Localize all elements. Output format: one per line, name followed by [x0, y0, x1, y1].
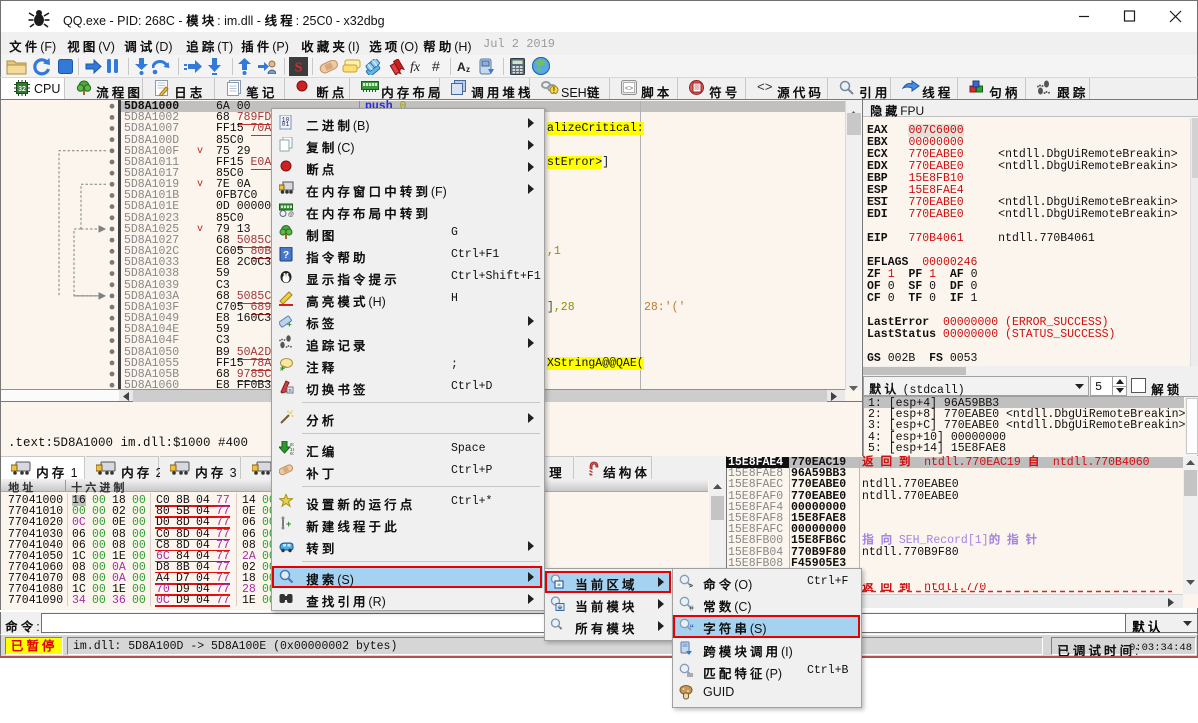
- svg-text:<>: <>: [625, 86, 633, 94]
- svg-text:+: +: [287, 320, 292, 328]
- svg-text:10: 10: [282, 117, 290, 124]
- svg-text:+: +: [280, 363, 285, 372]
- svg-text:A: A: [457, 60, 466, 73]
- svg-text:z: z: [466, 65, 470, 73]
- svg-text:+: +: [286, 519, 291, 529]
- svg-text:n: n: [288, 388, 291, 394]
- svg-text:@: @: [288, 212, 294, 218]
- svg-text:?: ?: [283, 250, 289, 261]
- svg-text:!: !: [553, 86, 556, 94]
- svg-text:01: 01: [290, 451, 294, 456]
- svg-text:“: “: [690, 623, 695, 633]
- svg-text:>: >: [689, 583, 693, 589]
- svg-text:fx: fx: [410, 60, 421, 73]
- svg-text:#: #: [432, 59, 440, 73]
- svg-text:#: #: [690, 604, 695, 612]
- svg-text:S: S: [295, 61, 303, 76]
- svg-text:<>: <>: [757, 80, 773, 92]
- svg-text:※: ※: [557, 605, 562, 612]
- svg-text:*: *: [560, 627, 563, 633]
- svg-text:32: 32: [18, 86, 26, 93]
